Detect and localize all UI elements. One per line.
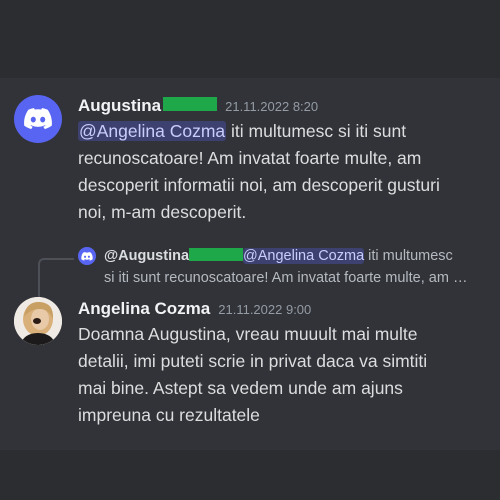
- message-line: detalii, imi puteti scrie in privat daca…: [78, 351, 428, 371]
- message-line: @Angelina Cozma iti multumesc si iti sun…: [78, 118, 490, 145]
- message-header: Angelina Cozma 21.11.2022 9:00: [78, 299, 311, 319]
- username[interactable]: Angelina Cozma: [78, 299, 210, 319]
- reply-avatar[interactable]: [78, 247, 96, 265]
- message-timestamp[interactable]: 21.11.2022 8:20: [225, 99, 318, 114]
- reply-mention: @Angelina Cozma: [243, 248, 365, 264]
- message-header: Augustina 21.11.2022 8:20: [78, 96, 318, 116]
- reply-connector: [38, 258, 74, 300]
- user-mention[interactable]: @Angelina Cozma: [78, 121, 227, 141]
- message-line: Doamna Augustina, vreau muuult mai multe: [78, 324, 418, 344]
- message-line: noi, m-am descoperit.: [78, 202, 247, 222]
- message-line: descoperit informatii noi, am descoperit…: [78, 175, 440, 195]
- reply-preview[interactable]: @Augustina @Angelina Cozma iti multumesc …: [104, 245, 488, 289]
- avatar-augustina[interactable]: [14, 95, 62, 143]
- reply-line: si iti sunt recunoscatoare! Am invatat f…: [104, 270, 468, 286]
- username[interactable]: Augustina: [78, 96, 161, 116]
- reply-line: @Augustina @Angelina Cozma iti multumesc: [104, 245, 488, 267]
- message-line: recunoscatoare! Am invatat foarte multe,…: [78, 148, 422, 168]
- discord-logo-icon: [24, 108, 52, 130]
- message-line: mai bine. Astept sa vedem unde am ajuns: [78, 378, 403, 398]
- message-text: iti multumesc si iti sunt: [226, 121, 407, 141]
- profile-photo: [14, 297, 62, 345]
- reply-username-highlight: [189, 248, 244, 261]
- message-content: @Angelina Cozma iti multumesc si iti sun…: [78, 118, 490, 226]
- username-highlight: [163, 97, 218, 111]
- avatar-angelina[interactable]: [14, 297, 62, 345]
- discord-logo-icon: [81, 251, 93, 261]
- reply-author: @Augustina: [104, 248, 190, 264]
- message-content: Doamna Augustina, vreau muuult mai multe…: [78, 321, 490, 429]
- top-background: [0, 0, 500, 78]
- reply-text: iti multumesc: [364, 248, 453, 264]
- message-line: impreuna cu rezultatele: [78, 405, 260, 425]
- message-timestamp[interactable]: 21.11.2022 9:00: [218, 302, 311, 317]
- bottom-background: [0, 450, 500, 500]
